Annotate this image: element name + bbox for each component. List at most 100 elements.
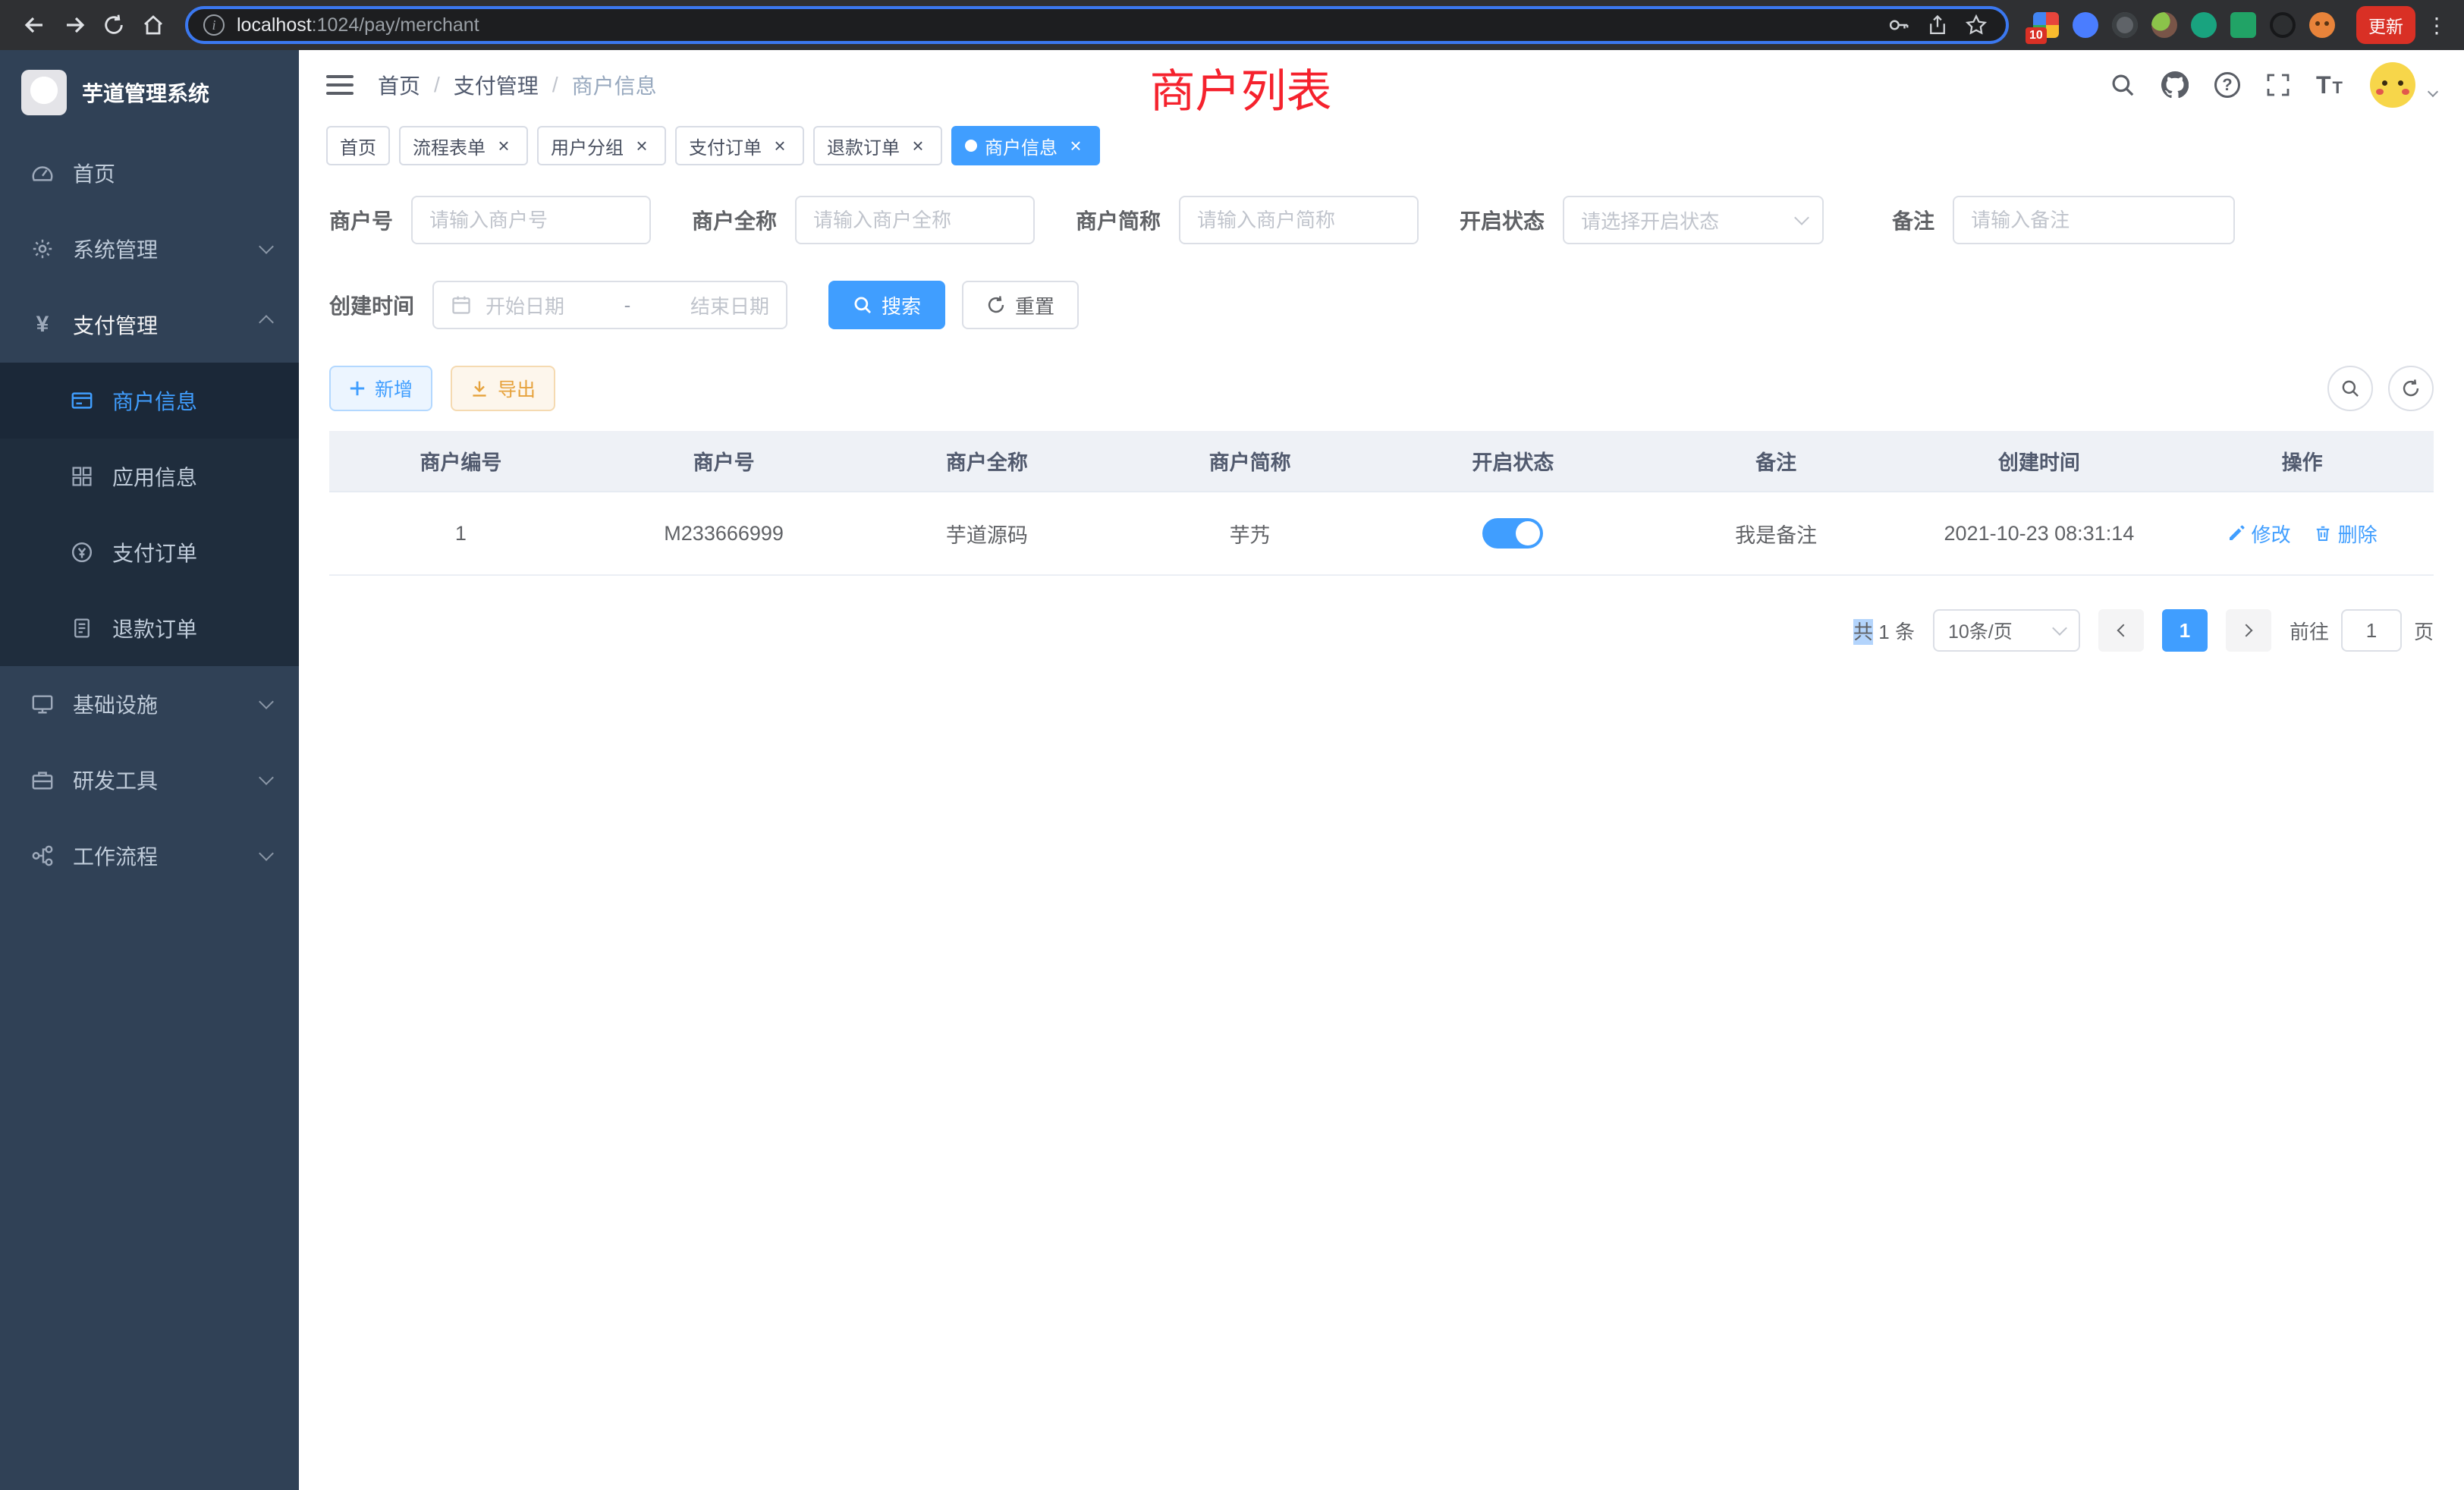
- active-tab-dot: [965, 140, 977, 152]
- toolbar-right: [2327, 366, 2434, 411]
- goto-page-input[interactable]: [2341, 609, 2402, 652]
- tab-close-icon[interactable]: [631, 135, 652, 156]
- delete-link-label: 删除: [2338, 520, 2378, 548]
- browser-address-bar[interactable]: localhost:1024/pay/merchant: [185, 6, 2009, 44]
- breadcrumb-payment[interactable]: 支付管理: [454, 70, 539, 100]
- date-end-placeholder: 结束日期: [690, 291, 769, 319]
- sidebar-item-merchant-info[interactable]: 商户信息: [0, 363, 299, 439]
- extension-badge: 10: [2026, 27, 2047, 44]
- tabs-bar: 首页 流程表单 用户分组 支付订单 退款订单 商户信息: [299, 120, 2464, 171]
- sidebar-item-refund-orders[interactable]: 退款订单: [0, 590, 299, 666]
- sidebar-item-pay-orders[interactable]: 支付订单: [0, 514, 299, 590]
- short-name-label: 商户简称: [1076, 205, 1161, 235]
- app-logo[interactable]: 芋道管理系统: [0, 50, 299, 135]
- short-name-input[interactable]: [1179, 196, 1419, 244]
- github-icon[interactable]: [2161, 71, 2189, 99]
- share-icon[interactable]: [1927, 14, 1948, 36]
- tab-merchant-info[interactable]: 商户信息: [951, 126, 1100, 165]
- col-status: 开启状态: [1381, 431, 1645, 492]
- tab-pay-orders[interactable]: 支付订单: [675, 126, 804, 165]
- breadcrumb-current: 商户信息: [572, 70, 657, 100]
- full-name-input[interactable]: [795, 196, 1035, 244]
- browser-home-button[interactable]: [134, 5, 173, 45]
- extension-green-circle-icon[interactable]: [2191, 12, 2217, 38]
- page-button-1[interactable]: 1: [2162, 609, 2208, 652]
- sidebar-item-infrastructure[interactable]: 基础设施: [0, 666, 299, 742]
- delete-link[interactable]: 删除: [2314, 520, 2378, 548]
- browser-update-button[interactable]: 更新: [2356, 6, 2415, 44]
- col-actions: 操作: [2170, 431, 2434, 492]
- prev-page-button[interactable]: [2098, 609, 2144, 652]
- sidebar-toggle-icon[interactable]: [326, 75, 354, 95]
- status-label: 开启状态: [1460, 205, 1545, 235]
- col-create-time: 创建时间: [1908, 431, 2171, 492]
- tab-close-icon[interactable]: [907, 135, 929, 156]
- toolbox-icon: [30, 769, 55, 791]
- extension-green-square-icon[interactable]: [2230, 12, 2256, 38]
- extension-gray-icon[interactable]: [2112, 12, 2138, 38]
- sidebar-item-payment[interactable]: ¥ 支付管理: [0, 287, 299, 363]
- tab-home[interactable]: 首页: [326, 126, 390, 165]
- font-size-icon[interactable]: TT: [2316, 71, 2344, 99]
- url-host: localhost: [237, 14, 312, 36]
- extension-dark-icon[interactable]: [2270, 12, 2296, 38]
- reset-button[interactable]: 重置: [962, 281, 1079, 329]
- breadcrumb-home[interactable]: 首页: [378, 70, 420, 100]
- sidebar: 芋道管理系统 首页 系统管理 ¥ 支付管理: [0, 50, 299, 1490]
- help-icon[interactable]: [2214, 72, 2240, 98]
- search-button[interactable]: 搜索: [828, 281, 945, 329]
- user-menu-caret-icon[interactable]: [2429, 74, 2437, 102]
- chevron-down-icon: [259, 770, 274, 785]
- status-toggle[interactable]: [1482, 518, 1543, 549]
- topbar: 首页 / 支付管理 / 商户信息 TT: [299, 50, 2464, 120]
- browser-forward-button[interactable]: [55, 5, 94, 45]
- sidebar-item-label: 应用信息: [112, 461, 272, 492]
- export-button[interactable]: 导出: [451, 366, 555, 411]
- merchant-no-input[interactable]: [411, 196, 651, 244]
- toggle-search-icon[interactable]: [2327, 366, 2373, 411]
- sidebar-item-home[interactable]: 首页: [0, 135, 299, 211]
- tab-close-icon[interactable]: [493, 135, 514, 156]
- url-path: :1024/pay/merchant: [312, 14, 479, 36]
- url-text: localhost:1024/pay/merchant: [237, 14, 479, 36]
- extension-blue-icon[interactable]: [2073, 12, 2098, 38]
- cell-create-time: 2021-10-23 08:31:14: [1908, 492, 2171, 575]
- status-select[interactable]: 请选择开启状态: [1563, 196, 1824, 244]
- tab-close-icon[interactable]: [1065, 135, 1086, 156]
- tab-close-icon[interactable]: [769, 135, 790, 156]
- tab-process-form[interactable]: 流程表单: [399, 126, 528, 165]
- next-page-button[interactable]: [2226, 609, 2271, 652]
- calendar-icon: [451, 294, 472, 316]
- extension-grid-icon[interactable]: 10: [2033, 12, 2059, 38]
- browser-back-button[interactable]: [15, 5, 55, 45]
- pagination-goto: 前往 页: [2290, 609, 2434, 652]
- edit-link[interactable]: 修改: [2227, 520, 2291, 548]
- browser-reload-button[interactable]: [94, 5, 134, 45]
- user-avatar[interactable]: [2370, 62, 2415, 108]
- add-button[interactable]: 新增: [329, 366, 432, 411]
- sidebar-item-app-info[interactable]: 应用信息: [0, 439, 299, 514]
- extension-avatar-icon[interactable]: [2151, 12, 2177, 38]
- sidebar-item-system[interactable]: 系统管理: [0, 211, 299, 287]
- sidebar-item-label: 研发工具: [73, 765, 243, 795]
- tab-user-group[interactable]: 用户分组: [537, 126, 666, 165]
- tab-refund-orders[interactable]: 退款订单: [813, 126, 942, 165]
- date-range-picker[interactable]: 开始日期 - 结束日期: [432, 281, 787, 329]
- sidebar-item-workflow[interactable]: 工作流程: [0, 818, 299, 894]
- refresh-table-icon[interactable]: [2388, 366, 2434, 411]
- page-size-value: 10条/页: [1948, 617, 2013, 644]
- fullscreen-icon[interactable]: [2266, 73, 2290, 97]
- remark-input[interactable]: [1953, 196, 2235, 244]
- page-size-select[interactable]: 10条/页: [1933, 609, 2080, 652]
- site-info-icon[interactable]: [203, 14, 225, 36]
- browser-menu-icon[interactable]: [2425, 13, 2449, 38]
- bookmark-star-icon[interactable]: [1965, 14, 1988, 36]
- page-content: 商户号 商户全称 商户简称 开启状态 请选择开启状态: [299, 171, 2464, 1490]
- password-key-icon[interactable]: [1887, 14, 1910, 36]
- search-icon[interactable]: [2110, 72, 2136, 98]
- browser-profile-avatar[interactable]: [2309, 12, 2335, 38]
- app-root: 芋道管理系统 首页 系统管理 ¥ 支付管理: [0, 50, 2464, 1490]
- pagination: 共 1 条 10条/页 1 前往 页: [329, 609, 2434, 652]
- sidebar-item-dev-tools[interactable]: 研发工具: [0, 742, 299, 818]
- cell-short-name: 芋艿: [1118, 492, 1381, 575]
